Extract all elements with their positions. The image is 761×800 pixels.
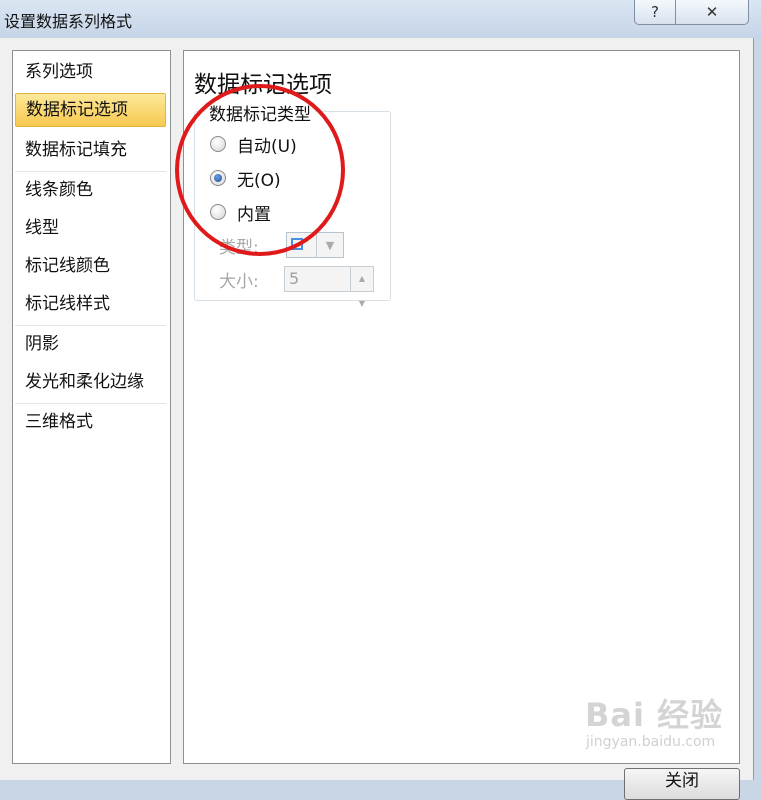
category-nav: 系列选项 数据标记选项 数据标记填充 线条颜色 线型 标记线颜色 标记线样式 阴…	[12, 50, 171, 764]
group-label: 数据标记类型	[205, 100, 315, 125]
title-bar: 设置数据系列格式 ? ✕	[0, 0, 761, 38]
window-title: 设置数据系列格式	[4, 12, 133, 31]
marker-size-spinner[interactable]: 5 ▲ ▼	[284, 266, 374, 308]
chevron-down-icon[interactable]: ▼	[316, 233, 343, 257]
radio-auto[interactable]: 自动(U)	[210, 132, 297, 157]
close-window-button[interactable]: ✕	[675, 0, 749, 25]
radio-none[interactable]: 无(O)	[210, 166, 281, 191]
spin-buttons[interactable]: ▲ ▼	[350, 267, 373, 308]
nav-item-marker-options[interactable]: 数据标记选项	[15, 93, 166, 127]
radio-builtin-label: 内置	[237, 204, 271, 225]
nav-item-marker-line-style[interactable]: 标记线样式	[15, 287, 166, 321]
nav-item-marker-line-color[interactable]: 标记线颜色	[15, 249, 166, 283]
close-button[interactable]: 关闭	[624, 768, 740, 800]
radio-none-label: 无(O)	[237, 170, 281, 191]
close-icon: ✕	[705, 3, 719, 21]
options-panel: 数据标记选项 数据标记类型 自动(U) 无(O) 内置 类型: ▼ 大小: 5 …	[183, 50, 740, 764]
spin-up-icon[interactable]: ▲	[351, 267, 373, 291]
radio-builtin-button[interactable]	[210, 204, 226, 220]
radio-auto-label: 自动(U)	[237, 136, 297, 157]
help-icon: ?	[651, 3, 659, 21]
watermark-logo: Bai 经验	[585, 696, 724, 734]
nav-divider	[15, 325, 166, 326]
dialog-body: 系列选项 数据标记选项 数据标记填充 线条颜色 线型 标记线颜色 标记线样式 阴…	[0, 38, 754, 780]
nav-divider	[15, 403, 166, 404]
nav-item-marker-fill[interactable]: 数据标记填充	[15, 133, 166, 167]
square-marker-icon	[291, 238, 303, 250]
panel-title: 数据标记选项	[194, 72, 332, 98]
radio-auto-button[interactable]	[210, 136, 226, 152]
nav-divider	[15, 171, 166, 172]
nav-item-3d-format[interactable]: 三维格式	[15, 405, 166, 439]
radio-builtin[interactable]: 内置	[210, 200, 271, 225]
radio-none-button[interactable]	[210, 170, 226, 186]
size-label: 大小:	[219, 272, 259, 292]
marker-type-dropdown[interactable]: ▼	[286, 232, 344, 258]
marker-size-value: 5	[289, 269, 300, 288]
nav-item-glow-soft-edges[interactable]: 发光和柔化边缘	[15, 365, 166, 399]
marker-type-group: 数据标记类型 自动(U) 无(O) 内置 类型: ▼ 大小: 5 ▲ ▼	[194, 100, 391, 308]
help-button[interactable]: ?	[634, 0, 676, 25]
watermark-url: jingyan.baidu.com	[586, 734, 716, 750]
nav-item-line-color[interactable]: 线条颜色	[15, 173, 166, 207]
nav-item-line-style[interactable]: 线型	[15, 211, 166, 245]
spin-down-icon[interactable]: ▼	[351, 291, 373, 316]
nav-item-shadow[interactable]: 阴影	[15, 327, 166, 361]
nav-item-series-options[interactable]: 系列选项	[15, 55, 166, 89]
type-label: 类型:	[219, 238, 259, 258]
